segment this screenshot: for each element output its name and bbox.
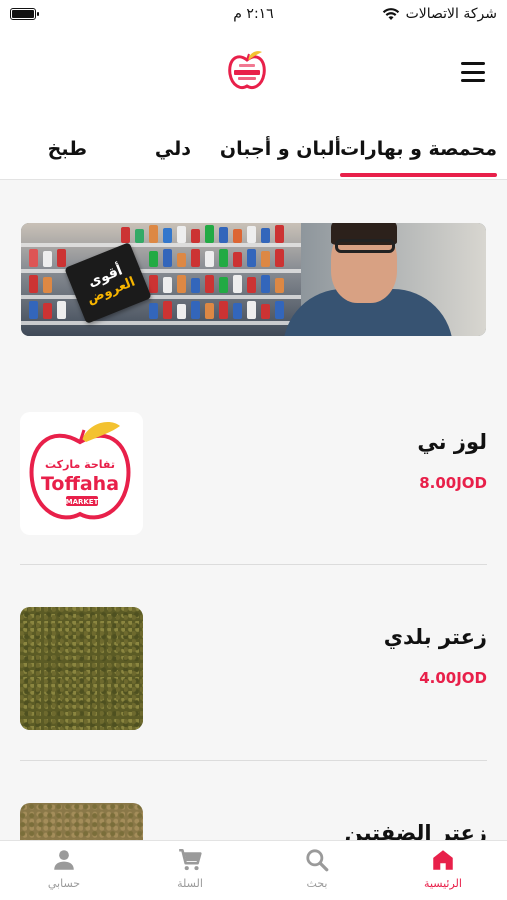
logo-sub-text: MARKET <box>66 498 99 506</box>
status-left <box>10 8 39 20</box>
status-bar: ٢:١٦ م شركة الاتصالات <box>0 0 507 28</box>
product-image[interactable] <box>20 607 143 730</box>
nav-cart[interactable]: السلة <box>150 847 230 900</box>
banner-person-glasses <box>335 239 395 253</box>
app-header <box>0 28 507 120</box>
nav-home-label: الرئيسية <box>424 877 462 890</box>
nav-search[interactable]: بحث <box>277 847 357 900</box>
category-tabs: محمصة و بهارات ألبان و أجبان دلي طبخ <box>0 120 507 180</box>
list-divider <box>20 760 487 761</box>
offers-banner[interactable]: أقوى العروض <box>21 223 486 336</box>
product-name[interactable]: زعتر بلدي <box>384 625 487 649</box>
nav-account-label: حسابي <box>47 877 81 890</box>
search-icon <box>306 849 329 872</box>
toffaha-market-logo: تفاحة ماركت Toffaha MARKET <box>29 422 131 520</box>
bottom-navigation: الرئيسية بحث السلة حسابي <box>0 840 507 900</box>
toffaha-logo-small[interactable] <box>227 48 267 92</box>
product-price: 4.00JOD <box>419 669 487 687</box>
nav-home[interactable]: الرئيسية <box>403 847 483 900</box>
tab-dairy-cheese[interactable]: ألبان و أجبان <box>220 138 341 160</box>
product-name[interactable]: لوز ني <box>417 430 487 454</box>
logo-arabic-text: تفاحة ماركت <box>45 458 115 471</box>
carrier-name: شركة الاتصالات <box>405 6 497 22</box>
tab-roastery-spices[interactable]: محمصة و بهارات <box>340 138 497 177</box>
zaatar-photo <box>20 607 143 730</box>
nav-search-label: بحث <box>306 877 328 890</box>
user-icon <box>54 850 74 870</box>
cart-icon <box>179 848 202 871</box>
product-image[interactable]: تفاحة ماركت Toffaha MARKET <box>20 412 143 535</box>
tab-cooking[interactable]: طبخ <box>48 138 87 160</box>
banner-shelves-image <box>21 223 301 336</box>
battery-icon <box>10 8 39 20</box>
product-item[interactable]: تفاحة ماركت Toffaha MARKET لوز ني 8.00JO… <box>20 412 487 536</box>
home-icon <box>433 850 453 870</box>
hamburger-menu-icon[interactable] <box>461 62 485 82</box>
tab-deli[interactable]: دلي <box>155 138 191 160</box>
logo-name-text: Toffaha <box>41 473 119 495</box>
list-divider <box>20 564 487 565</box>
product-price: 8.00JOD <box>419 474 487 492</box>
status-right: شركة الاتصالات <box>382 6 497 22</box>
nav-account[interactable]: حسابي <box>24 847 104 900</box>
wifi-icon <box>382 8 399 20</box>
product-item[interactable]: زعتر بلدي 4.00JOD <box>20 607 487 731</box>
nav-cart-label: السلة <box>177 877 203 890</box>
